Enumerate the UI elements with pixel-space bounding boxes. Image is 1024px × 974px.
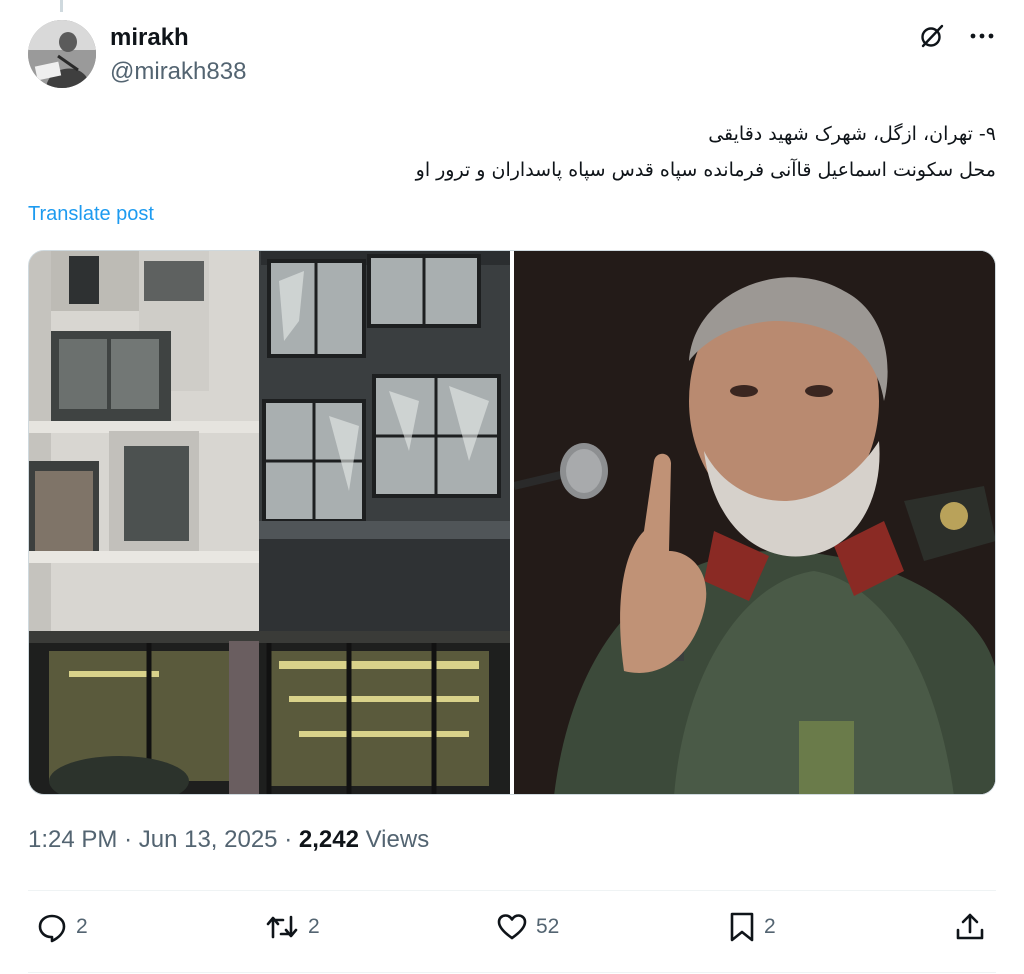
share-button[interactable] <box>954 911 986 943</box>
bookmark-icon <box>728 911 756 943</box>
tweet-header: mirakh @mirakh838 <box>28 20 996 90</box>
tweet-text: ۹- تهران، ازگل، شهرک شهید دقایقی محل سکو… <box>28 116 996 188</box>
thread-connector-line <box>60 0 63 12</box>
views-label: Views <box>365 826 430 853</box>
repost-count: 2 <box>308 915 320 938</box>
share-icon <box>954 911 986 943</box>
action-bar: 2 2 52 2 <box>28 911 996 955</box>
meta-separator: · <box>284 826 293 853</box>
reply-icon <box>36 911 68 943</box>
media-image-portrait[interactable] <box>513 251 995 794</box>
divider <box>28 890 996 891</box>
tweet-date[interactable]: Jun 13, 2025 <box>139 826 278 853</box>
reply-count: 2 <box>76 915 88 938</box>
repost-icon <box>264 911 300 943</box>
media-image-building[interactable] <box>29 251 510 794</box>
tweet-text-line: ۹- تهران، ازگل، شهرک شهید دقایقی <box>708 123 996 145</box>
avatar[interactable] <box>28 20 96 88</box>
meta-separator: · <box>124 826 133 853</box>
tweet-text-line: محل سکونت اسماعیل قاآنی فرمانده سپاه قدس… <box>415 159 996 181</box>
translate-post-link[interactable]: Translate post <box>28 203 154 226</box>
author-display-name[interactable]: mirakh <box>110 24 189 52</box>
author-handle[interactable]: @mirakh838 <box>110 58 246 86</box>
reply-button[interactable]: 2 <box>36 911 88 943</box>
bookmark-button[interactable]: 2 <box>728 911 776 943</box>
like-button[interactable]: 52 <box>496 911 559 943</box>
tweet-meta: 1:24 PM · Jun 13, 2025 · 2,242 Views <box>28 826 429 854</box>
media-grid <box>28 250 996 795</box>
divider <box>28 972 996 973</box>
like-count: 52 <box>536 915 560 938</box>
bookmark-count: 2 <box>764 915 776 938</box>
tweet-time[interactable]: 1:24 PM <box>28 826 117 853</box>
grok-icon[interactable] <box>918 22 946 50</box>
views-count[interactable]: 2,242 <box>299 826 359 853</box>
more-options-icon[interactable] <box>968 22 996 50</box>
repost-button[interactable]: 2 <box>264 911 320 943</box>
like-icon <box>496 911 528 943</box>
